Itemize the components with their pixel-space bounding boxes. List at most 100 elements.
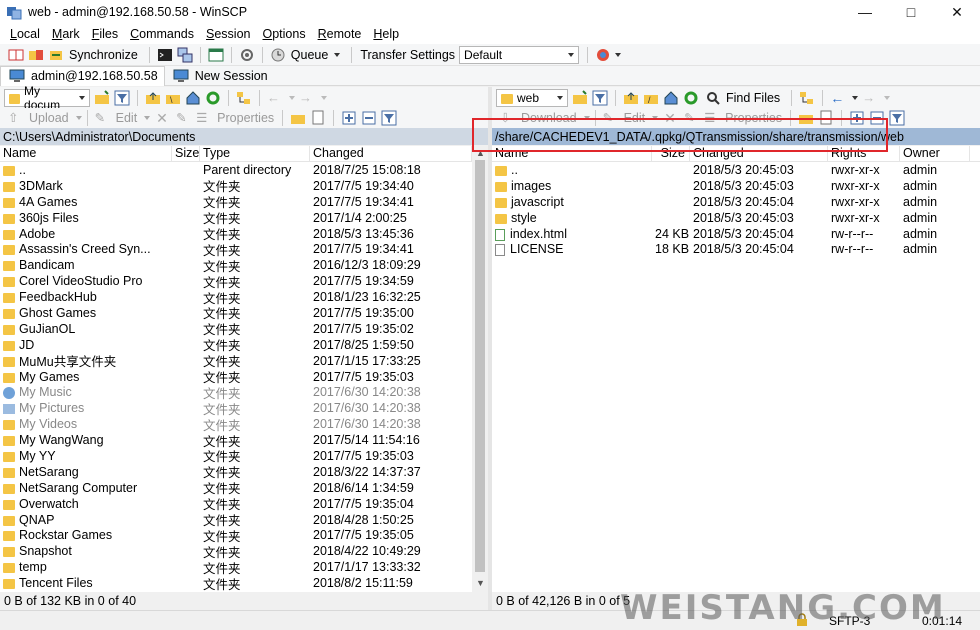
main-toolbar: Synchronize Queue Transfer Settings Defa… — [0, 44, 980, 66]
preferences-icon[interactable] — [595, 47, 611, 63]
folder-icon — [495, 213, 507, 224]
refresh-icon[interactable] — [683, 90, 699, 106]
back-dropdown-icon[interactable] — [852, 96, 859, 100]
filter-icon[interactable] — [114, 90, 130, 106]
filter-icon[interactable] — [592, 90, 608, 106]
queue-button[interactable]: Queue — [291, 48, 329, 62]
file-name-cell: Assassin's Creed Syn... — [0, 242, 172, 256]
menu-item-remote[interactable]: Remote — [312, 27, 368, 41]
session-tab-current[interactable]: admin@192.168.50.58 — [0, 65, 165, 86]
forward-icon[interactable]: → — [862, 90, 878, 106]
remote-window-icon[interactable] — [208, 47, 224, 63]
file-changed-text: 2017/7/5 19:35:03 — [313, 369, 414, 384]
left-scroll-thumb[interactable] — [475, 160, 485, 572]
root-directory-icon[interactable]: \ — [165, 90, 181, 106]
right-file-row[interactable]: javascript 2018/5/3 20:45:04 rwxr-xr-x admi… — [492, 194, 980, 210]
putty-icon[interactable] — [177, 47, 193, 63]
compare-directories-icon[interactable] — [8, 47, 24, 63]
left-column-changed[interactable]: Changed — [310, 146, 472, 161]
scroll-down-icon[interactable]: ▼ — [476, 578, 485, 588]
file-name-cell: NetSarang — [0, 465, 172, 479]
maximize-button[interactable]: □ — [888, 0, 934, 24]
menu-item-session[interactable]: Session — [200, 27, 256, 41]
filter-select-icon[interactable] — [889, 110, 905, 126]
rename-icon[interactable]: ✎ — [176, 110, 192, 126]
upload-dropdown-icon[interactable] — [75, 116, 82, 120]
back-dropdown-icon[interactable] — [289, 96, 295, 100]
unselect-all-icon[interactable] — [361, 110, 377, 126]
forward-icon[interactable]: → — [299, 90, 315, 106]
file-changed: 2017/7/5 19:35:02 — [310, 322, 472, 336]
minimize-button[interactable]: — — [842, 0, 888, 24]
right-location-select[interactable]: web — [496, 89, 568, 107]
left-column-type[interactable]: Type — [200, 146, 310, 161]
left-status-text: 0 B of 132 KB in 0 of 40 — [4, 594, 137, 608]
edit-dropdown-icon[interactable] — [144, 116, 151, 120]
new-file-icon[interactable] — [310, 110, 326, 126]
home-icon[interactable] — [185, 90, 201, 106]
menu-item-help[interactable]: Help — [367, 27, 405, 41]
left-column-name[interactable]: Name — [0, 146, 172, 161]
queue-dropdown-icon[interactable] — [334, 52, 341, 57]
right-file-row[interactable]: images 2018/5/3 20:45:03 rwxr-xr-x admin — [492, 178, 980, 194]
file-changed: 2017/6/30 14:20:38 — [310, 385, 472, 399]
right-column-owner[interactable]: Owner — [900, 146, 970, 161]
tree-icon[interactable] — [799, 90, 815, 106]
gear-icon[interactable] — [239, 47, 255, 63]
file-name: index.html — [510, 226, 567, 241]
new-folder-icon[interactable] — [290, 110, 306, 126]
menu-item-options[interactable]: Options — [257, 27, 312, 41]
forward-dropdown-icon[interactable] — [321, 96, 327, 100]
filter-select-icon[interactable] — [381, 110, 397, 126]
back-icon[interactable]: ← — [267, 90, 283, 106]
folder-icon — [3, 483, 15, 494]
right-file-row[interactable]: LICENSE 18 KB 2018/5/3 20:45:04 rw-r--r-- ad… — [492, 241, 980, 257]
parent-directory-icon[interactable] — [623, 90, 639, 106]
properties-button[interactable]: Properties — [217, 111, 274, 125]
synchronize-button[interactable]: Synchronize — [69, 48, 138, 62]
menu-item-mark[interactable]: Mark — [46, 27, 86, 41]
left-column-size[interactable]: Size — [172, 146, 200, 161]
panel-splitter[interactable] — [488, 87, 492, 610]
select-all-icon[interactable] — [341, 110, 357, 126]
left-location-select[interactable]: My docum — [4, 84, 90, 112]
refresh-icon[interactable] — [205, 90, 221, 106]
file-rights-text: rwxr-xr-x — [831, 162, 880, 177]
file-name-cell: My Music — [0, 385, 172, 400]
right-file-row[interactable]: index.html 24 KB 2018/5/3 20:45:04 rw-r--r-… — [492, 226, 980, 242]
close-button[interactable]: ✕ — [934, 0, 980, 24]
back-icon[interactable]: ← — [830, 90, 846, 106]
open-folder-icon[interactable] — [572, 90, 588, 106]
left-path-bar[interactable]: C:\Users\Administrator\Documents — [0, 128, 488, 145]
root-directory-icon[interactable]: / — [643, 90, 659, 106]
new-session-tab[interactable]: New Session — [165, 66, 274, 86]
menu-item-local[interactable]: Local — [4, 27, 46, 41]
forward-dropdown-icon[interactable] — [884, 96, 891, 100]
delete-icon[interactable]: ✕ — [156, 110, 172, 126]
home-icon[interactable] — [663, 90, 679, 106]
synchronize-browse-icon[interactable] — [28, 47, 44, 63]
find-files-button[interactable]: Find Files — [726, 91, 780, 105]
tree-icon[interactable] — [236, 90, 252, 106]
upload-button[interactable]: Upload — [29, 111, 69, 125]
console-icon[interactable] — [157, 47, 173, 63]
folder-icon — [3, 451, 15, 462]
edit-button[interactable]: Edit — [116, 111, 138, 125]
right-file-row[interactable]: style 2018/5/3 20:45:03 rwxr-xr-x admin — [492, 210, 980, 226]
find-files-icon[interactable] — [705, 90, 721, 106]
folder-icon — [3, 579, 15, 590]
chevron-down-icon[interactable] — [615, 52, 622, 57]
synchronize-icon[interactable] — [48, 47, 64, 63]
right-file-row[interactable]: .. 2018/5/3 20:45:03 rwxr-xr-x admin — [492, 162, 980, 178]
file-owner: admin — [900, 195, 970, 209]
left-scrollbar[interactable]: ▲ ▼ — [472, 146, 488, 592]
open-folder-icon[interactable] — [94, 90, 110, 106]
transfer-settings-select[interactable]: Default — [459, 45, 580, 64]
file-changed-text: 2017/1/4 2:00:25 — [313, 210, 407, 225]
file-changed-text: 2018/6/14 1:34:59 — [313, 480, 414, 495]
queue-icon[interactable] — [270, 47, 286, 63]
menu-item-files[interactable]: Files — [86, 27, 124, 41]
left-file-row[interactable]: Tencent Files 文件夹 2018/8/2 15:11:59 — [0, 575, 472, 592]
parent-directory-icon[interactable] — [145, 90, 161, 106]
menu-item-commands[interactable]: Commands — [124, 27, 200, 41]
